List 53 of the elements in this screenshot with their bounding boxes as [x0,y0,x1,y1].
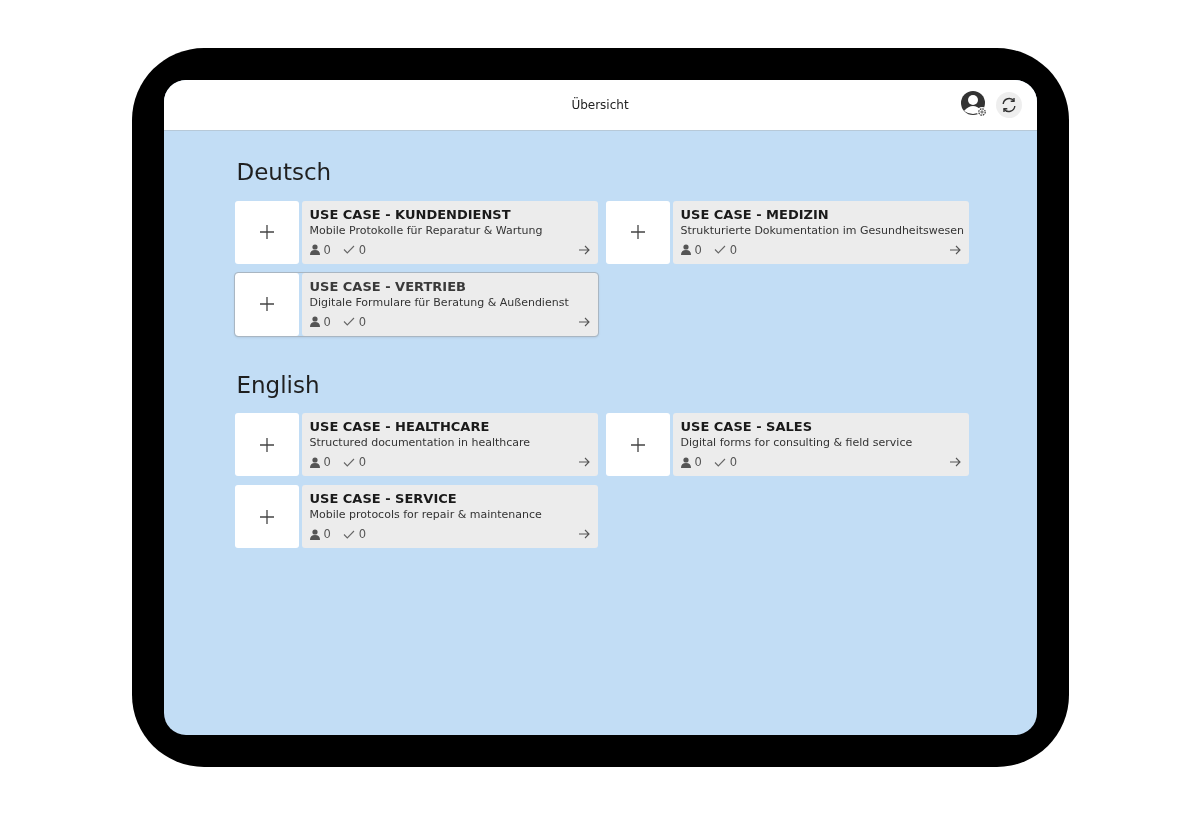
section-heading: English [236,371,321,400]
person-icon [309,316,320,328]
plus-icon [258,436,275,453]
checkmark-icon [342,529,355,539]
arrow-right-icon[interactable] [577,244,590,255]
card-subtitle: Structured documentation in healthcare [309,435,532,451]
arrow-right-icon[interactable] [948,244,961,255]
checkmark-icon [713,245,726,255]
user-count: 0 [694,242,702,257]
user-settings-icon[interactable] [960,91,988,118]
card-subtitle: Strukturierte Dokumentation im Gesundheitswesen [680,222,961,238]
arrow-right-icon[interactable] [577,316,590,327]
check-count: 0 [729,242,738,257]
card-title: USE CASE - HEALTHCARE [309,418,491,436]
card-title: USE CASE - MEDIZIN [680,205,830,223]
checkmark-icon [713,457,726,467]
arrow-right-icon[interactable] [577,529,590,540]
user-count: 0 [694,455,702,470]
checkmark-icon [342,245,355,255]
check-count: 0 [358,242,367,257]
arrow-right-icon[interactable] [948,457,961,468]
card-title: USE CASE - SALES [680,418,814,436]
check-count: 0 [358,455,367,470]
check-count: 0 [729,455,738,470]
plus-icon [258,508,275,525]
person-icon [680,244,691,256]
card-subtitle: Mobile protocols for repair & maintenance [309,507,543,523]
user-count: 0 [323,527,331,542]
section-heading: Deutsch [236,159,333,187]
user-count: 0 [323,242,331,257]
check-count: 0 [358,527,367,542]
card-subtitle: Digitale Formulare für Beratung & Außendienst [309,294,570,310]
plus-icon [258,296,275,313]
checkmark-icon [342,317,355,327]
user-count: 0 [323,314,331,329]
person-icon [309,528,320,540]
plus-icon [629,436,646,453]
person-icon [309,456,320,468]
card-title: USE CASE - SERVICE [309,490,458,508]
card-title: USE CASE - VERTRIEB [309,277,467,295]
checkmark-icon [342,457,355,467]
plus-icon [629,224,646,241]
person-icon [680,456,691,468]
card-subtitle: Digital forms for consulting & field service [680,435,914,451]
card-subtitle: Mobile Protokolle für Reparatur & Wartung [309,222,544,238]
arrow-right-icon[interactable] [577,457,590,468]
card-title: USE CASE - KUNDENDIENST [309,205,512,223]
refresh-button[interactable] [995,91,1022,118]
plus-icon [258,224,275,241]
person-icon [309,244,320,256]
page-title: Übersicht [571,98,629,112]
user-count: 0 [323,455,331,470]
check-count: 0 [358,314,367,329]
